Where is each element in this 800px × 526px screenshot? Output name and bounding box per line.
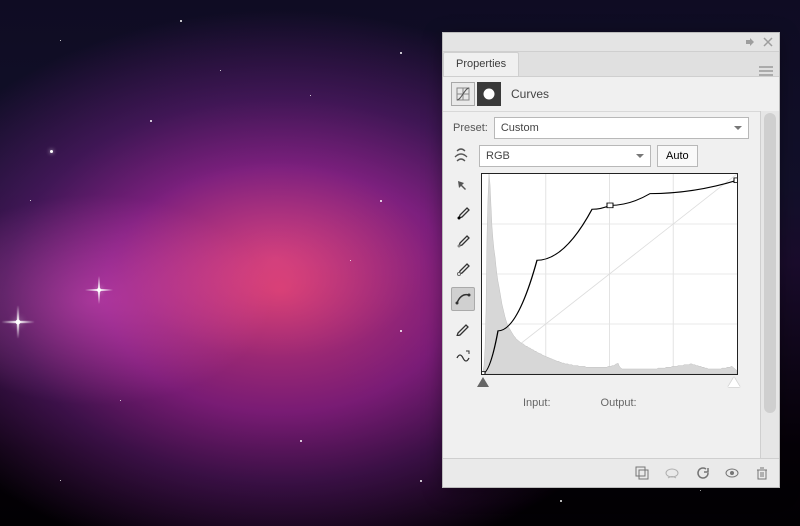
input-range-slider[interactable] [481, 377, 738, 391]
input-label: Input: [523, 397, 551, 409]
view-previous-icon[interactable] [665, 466, 679, 480]
targeted-adjustment-tool[interactable] [452, 175, 474, 197]
gray-point-eyedropper[interactable] [452, 231, 474, 253]
preset-select[interactable]: Custom [494, 117, 749, 139]
preset-label: Preset: [453, 122, 488, 134]
smooth-tool[interactable] [452, 345, 474, 367]
clip-to-layer-icon[interactable] [635, 466, 649, 480]
visibility-icon[interactable] [725, 466, 739, 480]
chevron-down-icon [636, 154, 644, 158]
chevron-down-icon [734, 126, 742, 130]
white-point-eyedropper[interactable] [452, 259, 474, 281]
channel-select[interactable]: RGB [479, 145, 651, 167]
black-point-eyedropper[interactable] [452, 203, 474, 225]
tab-label: Properties [456, 58, 506, 70]
preset-value: Custom [501, 122, 539, 134]
channel-value: RGB [486, 150, 510, 162]
curve-edit-tool[interactable] [451, 287, 475, 311]
black-slider[interactable] [477, 377, 489, 387]
reset-icon[interactable] [695, 466, 709, 480]
panel-menu-icon[interactable] [759, 66, 773, 76]
auto-button[interactable]: Auto [657, 145, 698, 167]
scrollbar[interactable] [760, 111, 779, 459]
curves-grid-icon[interactable] [451, 82, 475, 106]
collapse-icon[interactable] [745, 37, 755, 47]
properties-panel: Properties Curves Preset: Custom [442, 32, 780, 488]
tab-properties[interactable]: Properties [443, 52, 519, 76]
curves-graph[interactable] [481, 173, 738, 375]
white-slider[interactable] [728, 377, 740, 387]
panel-grip[interactable] [443, 33, 779, 52]
scrollbar-thumb[interactable] [764, 113, 776, 413]
close-icon[interactable] [763, 37, 773, 47]
channel-icon [453, 147, 473, 165]
adjustment-title: Curves [511, 87, 549, 101]
output-label: Output: [601, 397, 637, 409]
mask-icon[interactable] [477, 82, 501, 106]
delete-icon[interactable] [755, 466, 769, 480]
pencil-tool[interactable] [452, 317, 474, 339]
